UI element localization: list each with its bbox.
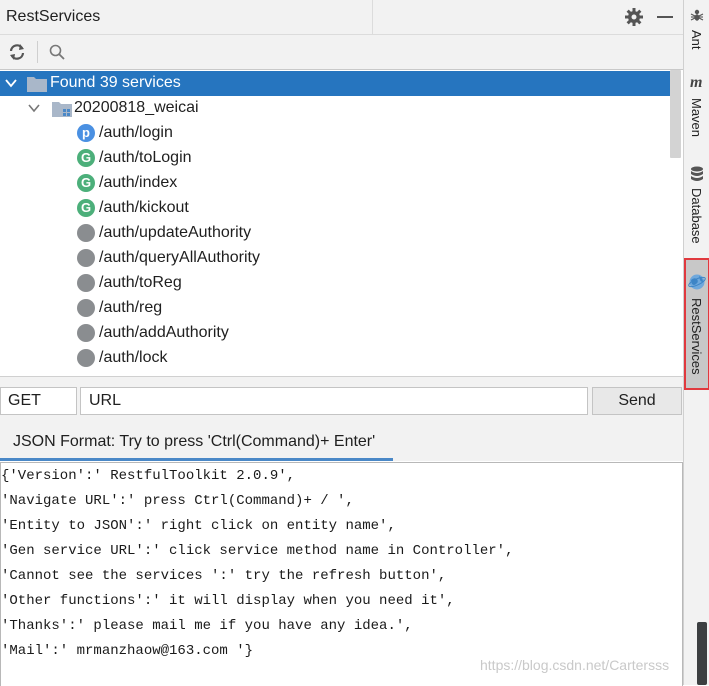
rest-services-panel: RestServices Found 39 services 20200818_… (0, 0, 683, 686)
panel-title: RestServices (6, 8, 101, 25)
service-method-icon (77, 224, 95, 242)
http-method-value: GET (8, 392, 41, 409)
editor-line: {'Version':' RestfulToolkit 2.0.9', (1, 468, 296, 484)
tree-service-path: /auth/queryAllAuthority (99, 249, 260, 266)
tree-service-path: /auth/addAuthority (99, 324, 229, 341)
tree-service-item[interactable]: G/auth/kickout (0, 196, 670, 221)
service-method-icon (77, 349, 95, 367)
sidebar-tab-label: Database (689, 188, 704, 244)
url-input[interactable]: URL (80, 387, 588, 415)
tree-root-label: Found 39 services (50, 74, 181, 91)
http-method-badge-icon: p (77, 124, 95, 142)
tree-service-item[interactable]: p/auth/login (0, 121, 670, 146)
refresh-icon[interactable] (7, 42, 27, 62)
toolbar-divider (37, 41, 38, 63)
tab-active-indicator (0, 458, 393, 461)
tree-module-label: 20200818_weicai (74, 99, 199, 116)
service-method-icon (77, 299, 95, 317)
tree-service-path: /auth/lock (99, 349, 168, 366)
sidebar-tab-label: Maven (689, 98, 704, 138)
tab-json-format-label: JSON Format: Try to press 'Ctrl(Command)… (13, 433, 376, 450)
http-method-badge-icon: G (77, 149, 95, 167)
services-tree: Found 39 services 20200818_weicai p/auth… (0, 70, 683, 375)
service-method-icon (77, 274, 95, 292)
panel-title-bar: RestServices (0, 0, 683, 35)
editor-line: 'Mail':' mrmanzhaow@163.com '} (1, 643, 254, 659)
tree-service-path: /auth/toReg (99, 274, 182, 291)
http-method-badge-icon: G (77, 174, 95, 192)
tree-module-node[interactable]: 20200818_weicai (0, 96, 670, 121)
sidebar-tab-label: Ant (689, 30, 704, 50)
tree-service-path: /auth/kickout (99, 199, 189, 216)
tree-root-node[interactable]: Found 39 services (0, 71, 670, 96)
sidebar-tab-maven[interactable]: m Maven (684, 72, 709, 152)
globe-icon (688, 274, 706, 290)
sidebar-tab-label: RestServices (689, 298, 704, 375)
tree-service-path: /auth/reg (99, 299, 163, 316)
editor-line: 'Navigate URL':' press Ctrl(Command)+ / … (1, 493, 354, 509)
editor-line: 'Gen service URL':' click service method… (1, 543, 514, 559)
database-icon (691, 166, 703, 181)
chevron-down-icon[interactable] (28, 102, 40, 114)
gear-icon[interactable] (624, 7, 644, 27)
editor-line: 'Cannot see the services ':' try the ref… (1, 568, 447, 584)
chevron-down-icon[interactable] (5, 77, 17, 89)
sidebar-tab-restservices[interactable]: RestServices (684, 258, 709, 390)
right-tool-sidebar: Ant m Maven Database RestServices (683, 0, 709, 685)
sidebar-tab-database[interactable]: Database (684, 162, 709, 252)
tree-service-item[interactable]: /auth/toReg (0, 271, 670, 296)
watermark: https://blog.csdn.net/Cartersss (480, 657, 670, 673)
tab-bar: JSON Format: Try to press 'Ctrl(Command)… (0, 425, 683, 461)
tree-service-item[interactable]: /auth/lock (0, 346, 670, 371)
request-bar: GET URL Send (0, 376, 683, 425)
tree-service-item[interactable]: G/auth/toLogin (0, 146, 670, 171)
tree-service-path: /auth/updateAuthority (99, 224, 252, 241)
minimize-icon[interactable] (657, 16, 673, 18)
send-button[interactable]: Send (592, 387, 682, 415)
tree-service-path: /auth/index (99, 174, 178, 191)
folder-icon (27, 77, 47, 92)
maven-icon: m (690, 74, 703, 91)
editor-line: 'Thanks':' please mail me if you have an… (1, 618, 413, 634)
service-method-icon (77, 324, 95, 342)
tree-service-item[interactable]: /auth/queryAllAuthority (0, 246, 670, 271)
send-button-label: Send (618, 392, 656, 409)
sidebar-tab-ant[interactable]: Ant (684, 4, 709, 64)
service-method-icon (77, 249, 95, 267)
sidebar-scrollbar[interactable] (697, 622, 707, 685)
title-divider (372, 0, 373, 34)
panel-toolbar (0, 35, 683, 70)
editor-line: 'Other functions':' it will display when… (1, 593, 455, 609)
tree-service-item[interactable]: /auth/addAuthority (0, 321, 670, 346)
url-input-value: URL (89, 392, 122, 409)
ant-icon (690, 9, 704, 21)
tree-service-item[interactable]: /auth/reg (0, 296, 670, 321)
module-folder-icon (52, 102, 72, 117)
tree-service-item[interactable]: G/auth/index (0, 171, 670, 196)
tree-scrollbar[interactable] (670, 70, 681, 158)
tree-service-item[interactable]: /auth/updateAuthority (0, 221, 670, 246)
tree-service-path: /auth/login (99, 124, 173, 141)
search-icon[interactable] (48, 43, 66, 61)
json-editor[interactable]: {'Version':' RestfulToolkit 2.0.9', 'Nav… (0, 462, 683, 686)
tab-json-format[interactable]: JSON Format: Try to press 'Ctrl(Command)… (0, 425, 393, 461)
editor-line: 'Entity to JSON':' right click on entity… (1, 518, 396, 534)
tree-service-path: /auth/toLogin (99, 149, 192, 166)
http-method-field[interactable]: GET (0, 387, 77, 415)
http-method-badge-icon: G (77, 199, 95, 217)
